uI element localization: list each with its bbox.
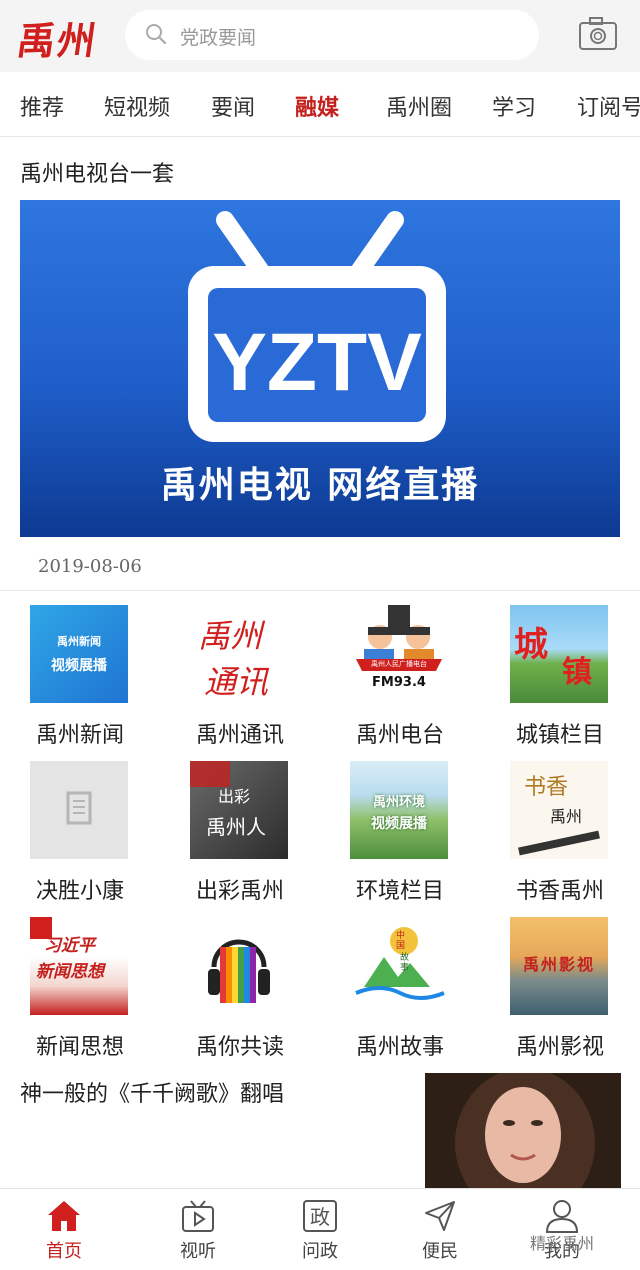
thumb-shuxiang: 书香 禹州 [510, 761, 608, 859]
thumb-reading [190, 917, 288, 1015]
grid-label: 禹州电台 [355, 723, 444, 748]
tv-play-icon [182, 1200, 214, 1232]
document-icon [66, 791, 92, 825]
thumb-text: 中国 [396, 931, 406, 951]
nav-home[interactable]: 首页 [0, 1189, 128, 1270]
app-logo[interactable]: 禹州 [14, 10, 102, 65]
thumb-environment: 禹州环境 视频展播 [350, 761, 448, 859]
banner-logo-text: YZTV [212, 317, 422, 408]
tab-yuzhou-circle[interactable]: 禹州圈 [386, 90, 452, 122]
grid-label: 出彩禹州 [195, 879, 284, 904]
brush-icon [518, 830, 600, 856]
thumb-yuzhou-news: 禹州新闻 视频展播 [30, 605, 128, 703]
thumb-text: 习近平 [44, 936, 95, 956]
grid-item-story[interactable]: 中国 故事 禹州故事 [340, 917, 480, 1067]
zheng-icon: 政 [303, 1200, 337, 1232]
watermark: 精彩禹州 [530, 1234, 595, 1253]
nav-services[interactable]: 便民 [376, 1189, 504, 1270]
thumb-text: 故事 [400, 953, 410, 973]
tab-recommend[interactable]: 推荐 [20, 90, 64, 122]
thumb-text: 镇 [562, 655, 592, 690]
portrait-image [425, 1073, 621, 1188]
thumb-text: 出彩 [218, 787, 251, 806]
send-icon [425, 1201, 455, 1231]
tab-short-video[interactable]: 短视频 [104, 90, 170, 122]
thumb-text: 禹州人 [206, 815, 266, 839]
thumb-text: 通讯 [204, 663, 269, 701]
home-icon [48, 1201, 80, 1231]
banner-caption: 禹州电视 网络直播 [160, 465, 480, 506]
grid-label: 禹州新闻 [35, 723, 124, 748]
thumb-text: 书香 [524, 775, 569, 800]
grid-label: 书香禹州 [515, 879, 604, 904]
thumb-text: 禹州影视 [522, 955, 595, 974]
search-icon [146, 24, 167, 45]
grid-label: 决胜小康 [35, 879, 124, 904]
thumb-yuzhou-radio: 禹州人民广播电台 FM93.4 [350, 605, 448, 703]
app-header: 禹州 党政要闻 [0, 0, 640, 72]
grid-item-yuzhou-tongxun[interactable]: 禹州 通讯 禹州通讯 [180, 605, 320, 755]
grid-item-environment[interactable]: 禹州环境 视频展播 环境栏目 [340, 761, 480, 911]
nav-label: 问政 [302, 1241, 338, 1262]
live-banner[interactable]: YZTV 禹州电视 网络直播 [20, 200, 620, 537]
thumb-story: 中国 故事 [350, 917, 448, 1015]
headphones-icon [208, 939, 270, 1003]
tab-news[interactable]: 要闻 [211, 90, 255, 122]
thumb-text: 新闻思想 [36, 962, 104, 982]
grid-item-film[interactable]: 禹州影视 禹州影视 [500, 917, 640, 1067]
thumb-news-thought: 习近平 新闻思想 [30, 917, 128, 1015]
grid-label: 禹州故事 [355, 1035, 444, 1060]
thumb-text: 视频展播 [51, 658, 107, 674]
publish-date: 2019-08-06 [38, 556, 142, 577]
thumb-town-column: 城 镇 [510, 605, 608, 703]
grid-label: 禹州影视 [515, 1035, 604, 1060]
grid-item-xiaokang[interactable]: 决胜小康 [20, 761, 160, 911]
tab-rongmei[interactable]: 融媒 [295, 90, 339, 122]
thumb-text: 禹州人民广播电台 [371, 660, 427, 668]
camera-icon[interactable] [578, 16, 618, 52]
user-icon [545, 1200, 579, 1233]
tab-study[interactable]: 学习 [492, 90, 536, 122]
grid-item-yuzhou-news[interactable]: 禹州新闻 视频展播 禹州新闻 [20, 605, 160, 755]
nav-label: 视听 [180, 1241, 216, 1262]
tab-subscriptions[interactable]: 订阅号 [577, 90, 640, 122]
article-title[interactable]: 神一般的《千千阙歌》翻唱 [20, 1076, 284, 1108]
thumb-text: FM93.4 [372, 675, 426, 690]
thumb-text: 禹州新闻 [57, 635, 101, 648]
thumb-placeholder [30, 761, 128, 859]
nav-media[interactable]: 视听 [134, 1189, 262, 1270]
grid-item-reading[interactable]: 禹你共读 [180, 917, 320, 1067]
thumb-text: 禹州环境 [372, 795, 425, 810]
thumb-text: 禹州 [198, 617, 263, 655]
grid-label: 新闻思想 [35, 1035, 124, 1060]
nav-politics[interactable]: 政 问政 [256, 1189, 384, 1270]
grid-item-town-column[interactable]: 城 镇 城镇栏目 [500, 605, 640, 755]
grid-label: 禹州通讯 [195, 723, 284, 748]
bottom-nav: 首页 视听 政 问政 便民 我的 [0, 1188, 640, 1270]
thumb-film: 禹州影视 [510, 917, 608, 1015]
grid-label: 环境栏目 [355, 879, 444, 904]
grid-item-yuzhou-radio[interactable]: 禹州人民广播电台 FM93.4 禹州电台 [340, 605, 480, 755]
nav-label: 便民 [422, 1241, 458, 1262]
thumb-text: 禹州 [550, 807, 583, 826]
search-bar[interactable]: 党政要闻 [125, 10, 539, 60]
thumb-text: 视频展播 [371, 816, 427, 832]
article-thumbnail[interactable] [425, 1073, 621, 1188]
grid-label: 城镇栏目 [515, 723, 604, 748]
grid-label: 禹你共读 [195, 1035, 284, 1060]
section-title[interactable]: 禹州电视台一套 [20, 156, 174, 188]
divider [0, 590, 640, 591]
thumb-chucai: 出彩 禹州人 [190, 761, 288, 859]
thumb-yuzhou-tongxun: 禹州 通讯 [190, 605, 288, 703]
thumb-text: 城 [514, 625, 548, 665]
grid-item-chucai[interactable]: 出彩 禹州人 出彩禹州 [180, 761, 320, 911]
grid-item-news-thought[interactable]: 习近平 新闻思想 新闻思想 [20, 917, 160, 1067]
nav-label: 首页 [46, 1241, 82, 1262]
search-placeholder: 党政要闻 [180, 27, 257, 49]
category-tabs: 推荐 短视频 要闻 融媒 禹州圈 学习 订阅号 [0, 72, 640, 137]
grid-item-shuxiang[interactable]: 书香 禹州 书香禹州 [500, 761, 640, 911]
svg-text:政: 政 [310, 1205, 330, 1229]
